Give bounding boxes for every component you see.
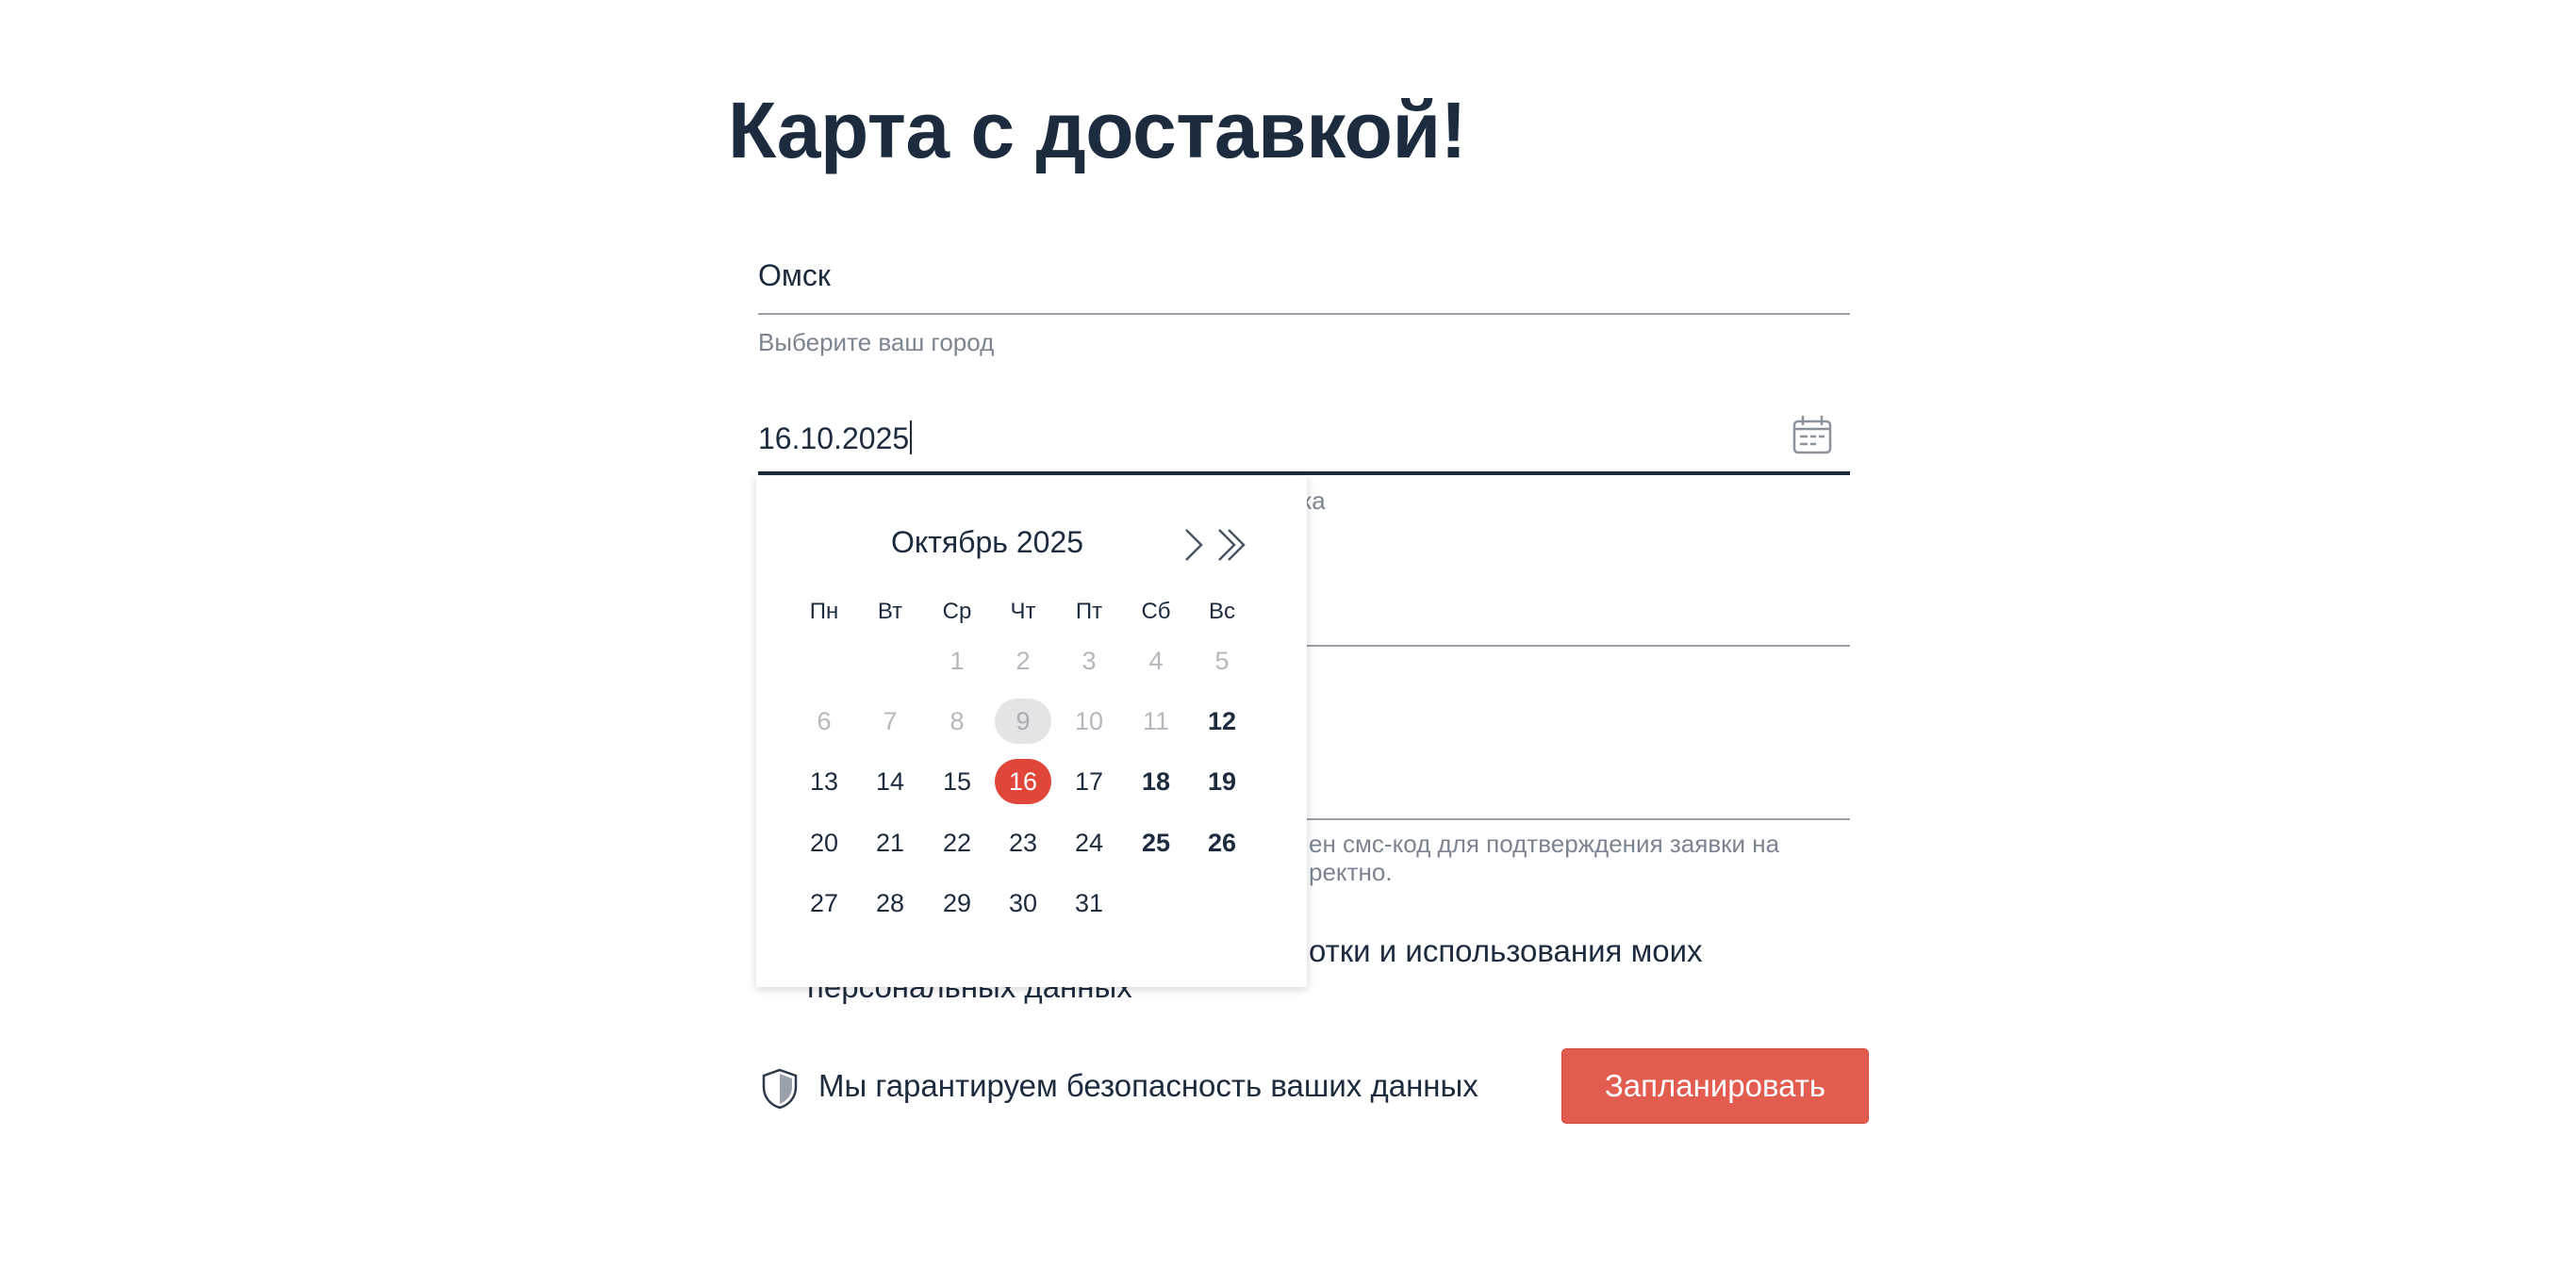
phone-hint-line1: ен смс-код для подтверждения заявки на (1309, 830, 1780, 858)
calendar-weekday: Сб (1141, 599, 1171, 624)
date-input-underline (758, 471, 1850, 475)
calendar-day: 6 (817, 707, 832, 735)
double-chevron-right-icon[interactable] (1216, 527, 1248, 563)
calendar-day[interactable]: 21 (862, 820, 918, 865)
calendar-day: 4 (1148, 647, 1164, 675)
city-hint: Выберите ваш город (758, 328, 995, 356)
calendar-day: 10 (1074, 707, 1104, 735)
calendar-day: 1 (949, 647, 965, 675)
calendar-day[interactable]: 28 (862, 881, 918, 926)
calendar-day: 5 (1214, 647, 1230, 675)
date-input-value: 16.10.2025 (758, 421, 910, 455)
calendar-day[interactable]: 27 (796, 881, 852, 926)
calendar-day[interactable]: 15 (929, 759, 985, 804)
schedule-button[interactable]: Запланировать (1561, 1048, 1869, 1124)
calendar-day[interactable]: 20 (796, 820, 852, 865)
date-input[interactable]: 16.10.2025 (758, 420, 913, 456)
calendar-day[interactable]: 14 (862, 759, 918, 804)
calendar-month-title: Октябрь 2025 (890, 525, 1084, 559)
calendar-day[interactable]: 19 (1194, 759, 1250, 804)
calendar-day: 9 (995, 699, 1051, 744)
calendar-weekday: Чт (1010, 599, 1036, 624)
city-input[interactable]: Омск (758, 258, 831, 293)
calendar-weekday: Вт (877, 599, 903, 624)
calendar-day[interactable]: 17 (1061, 759, 1117, 804)
page-title: Карта с доставкой! (728, 86, 1467, 174)
calendar-day: 3 (1082, 647, 1097, 675)
city-input-underline (758, 313, 1850, 315)
calendar-weekday: Ср (942, 599, 972, 624)
calendar-icon[interactable] (1792, 415, 1833, 456)
text-caret (910, 420, 913, 454)
calendar-day: 11 (1142, 707, 1170, 735)
date-picker-popup: Октябрь 2025 Пн Вт Ср Чт Пт Сб Вс 1 2 3 4 5 6 7 8 9 10 1… (756, 476, 1307, 987)
calendar-day[interactable]: 31 (1061, 881, 1117, 926)
calendar-day[interactable]: 23 (995, 820, 1051, 865)
calendar-day[interactable]: 13 (796, 759, 852, 804)
phone-hint-line2: ректно. (1309, 858, 1393, 886)
chevron-right-icon[interactable] (1181, 527, 1207, 563)
calendar-day: 8 (949, 707, 965, 735)
calendar-day: 2 (1016, 647, 1031, 675)
calendar-day[interactable]: 25 (1128, 820, 1184, 865)
calendar-day[interactable]: 26 (1194, 820, 1250, 865)
consent-label-line1[interactable]: отки и использования моих (1309, 933, 1703, 969)
calendar-day[interactable]: 29 (929, 881, 985, 926)
calendar-weekday: Пн (809, 599, 839, 624)
calendar-day[interactable]: 18 (1128, 759, 1184, 804)
calendar-day[interactable]: 30 (995, 881, 1051, 926)
calendar-weekday: Вс (1208, 599, 1235, 624)
calendar-day[interactable]: 24 (1061, 820, 1117, 865)
calendar-weekday: Пт (1075, 599, 1103, 624)
calendar-day[interactable]: 22 (929, 820, 985, 865)
calendar-day[interactable]: 12 (1194, 699, 1250, 744)
calendar-day-selected[interactable]: 16 (995, 759, 1051, 804)
shield-icon (760, 1067, 800, 1111)
security-note: Мы гарантируем безопасность ваших данных (818, 1068, 1478, 1103)
calendar-day: 7 (883, 707, 898, 735)
